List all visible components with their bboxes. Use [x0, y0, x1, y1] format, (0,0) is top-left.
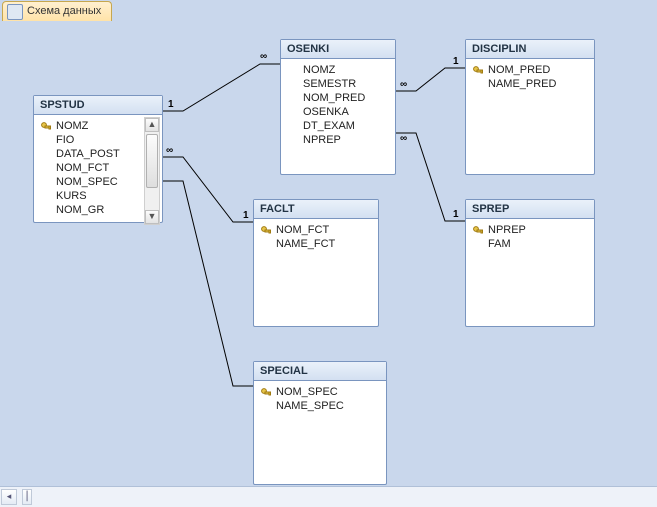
field-name: NOM_SPEC [276, 386, 338, 398]
field-name: NOM_FCT [56, 162, 109, 174]
field[interactable]: NOM_SPEC [256, 385, 384, 399]
rel-one-label: 1 [168, 99, 174, 110]
field-name: FIO [56, 134, 74, 146]
field-name: FAM [488, 238, 511, 250]
field[interactable]: NOMZ [283, 63, 393, 77]
table-title: SPECIAL [254, 362, 386, 381]
field-name: NPREP [303, 134, 341, 146]
scroll-up-button[interactable]: ▲ [145, 118, 159, 132]
table-title: DISCIPLIN [466, 40, 594, 59]
tab-title: Схема данных [27, 5, 101, 17]
field[interactable]: NOM_SPEC [36, 175, 160, 189]
table-faclt[interactable]: FACLT NOM_FCT NAME_FCT [253, 199, 379, 327]
relationships-icon [7, 4, 23, 20]
field-name: DATA_POST [56, 148, 120, 160]
rel-many-label: ∞ [400, 133, 407, 144]
rel-many-label: ∞ [400, 79, 407, 90]
field-name: NOM_SPEC [56, 176, 118, 188]
field[interactable]: NPREP [283, 133, 393, 147]
field-name: NAME_SPEC [276, 400, 344, 412]
field[interactable]: NPREP [468, 223, 592, 237]
rel-one-label: 1 [453, 209, 459, 220]
field[interactable]: NOMZ [36, 119, 160, 133]
primary-key-icon [260, 225, 272, 237]
rel-many-label: ∞ [166, 145, 173, 156]
field-name: NAME_FCT [276, 238, 335, 250]
primary-key-icon [260, 387, 272, 399]
table-title: SPREP [466, 200, 594, 219]
field[interactable]: SEMESTR [283, 77, 393, 91]
field[interactable]: DATA_POST [36, 147, 160, 161]
field-name: NOM_PRED [488, 64, 550, 76]
field-name: KURS [56, 190, 87, 202]
field[interactable]: NOM_FCT [36, 161, 160, 175]
field-name: NOMZ [56, 120, 88, 132]
field-name: NAME_PRED [488, 78, 556, 90]
scroll-stop-icon: ⎮ [22, 489, 32, 505]
field[interactable]: NAME_PRED [468, 77, 592, 91]
field-name: NOMZ [303, 64, 335, 76]
field-name: NPREP [488, 224, 526, 236]
field[interactable]: NOM_GR [36, 203, 160, 217]
field-name: SEMESTR [303, 78, 356, 90]
field[interactable]: NAME_SPEC [256, 399, 384, 413]
scrollbar[interactable]: ▲ ▼ [144, 117, 160, 225]
field-name: DT_EXAM [303, 120, 355, 132]
field[interactable]: NOM_PRED [468, 63, 592, 77]
field-name: NOM_FCT [276, 224, 329, 236]
field[interactable]: OSENKA [283, 105, 393, 119]
rel-one-label: 1 [243, 210, 249, 221]
table-disciplin[interactable]: DISCIPLIN NOM_PRED NAME_PRED [465, 39, 595, 175]
rel-one-label: 1 [453, 56, 459, 67]
table-title: SPSTUD [34, 96, 162, 115]
scroll-down-button[interactable]: ▼ [145, 210, 159, 224]
field[interactable]: DT_EXAM [283, 119, 393, 133]
primary-key-icon [472, 65, 484, 77]
field-name: OSENKA [303, 106, 349, 118]
field[interactable]: NOM_PRED [283, 91, 393, 105]
table-title: FACLT [254, 200, 378, 219]
table-title: OSENKI [281, 40, 395, 59]
tab-strip: Схема данных [0, 0, 657, 22]
horizontal-scrollbar[interactable]: ◂ ⎮ [0, 486, 657, 507]
table-osenki[interactable]: OSENKI NOMZ SEMESTR NOM_PRED OSENKA DT_E… [280, 39, 396, 175]
relationship-canvas[interactable]: 1 ∞ 1 ∞ ∞ 1 1 ∞ SPSTUD NOMZ FIO DATA_POS… [0, 21, 657, 487]
rel-many-label: ∞ [260, 51, 267, 62]
field[interactable]: FIO [36, 133, 160, 147]
field[interactable]: NOM_FCT [256, 223, 376, 237]
field-name: NOM_GR [56, 204, 104, 216]
scroll-thumb[interactable] [146, 134, 158, 188]
scroll-left-button[interactable]: ◂ [1, 489, 17, 505]
field[interactable]: NAME_FCT [256, 237, 376, 251]
table-spstud[interactable]: SPSTUD NOMZ FIO DATA_POST NOM_FCT NOM_SP… [33, 95, 163, 223]
field[interactable]: FAM [468, 237, 592, 251]
primary-key-icon [472, 225, 484, 237]
field[interactable]: KURS [36, 189, 160, 203]
table-special[interactable]: SPECIAL NOM_SPEC NAME_SPEC [253, 361, 387, 485]
active-tab[interactable]: Схема данных [2, 1, 112, 21]
primary-key-icon [40, 121, 52, 133]
table-sprep[interactable]: SPREP NPREP FAM [465, 199, 595, 327]
field-name: NOM_PRED [303, 92, 365, 104]
